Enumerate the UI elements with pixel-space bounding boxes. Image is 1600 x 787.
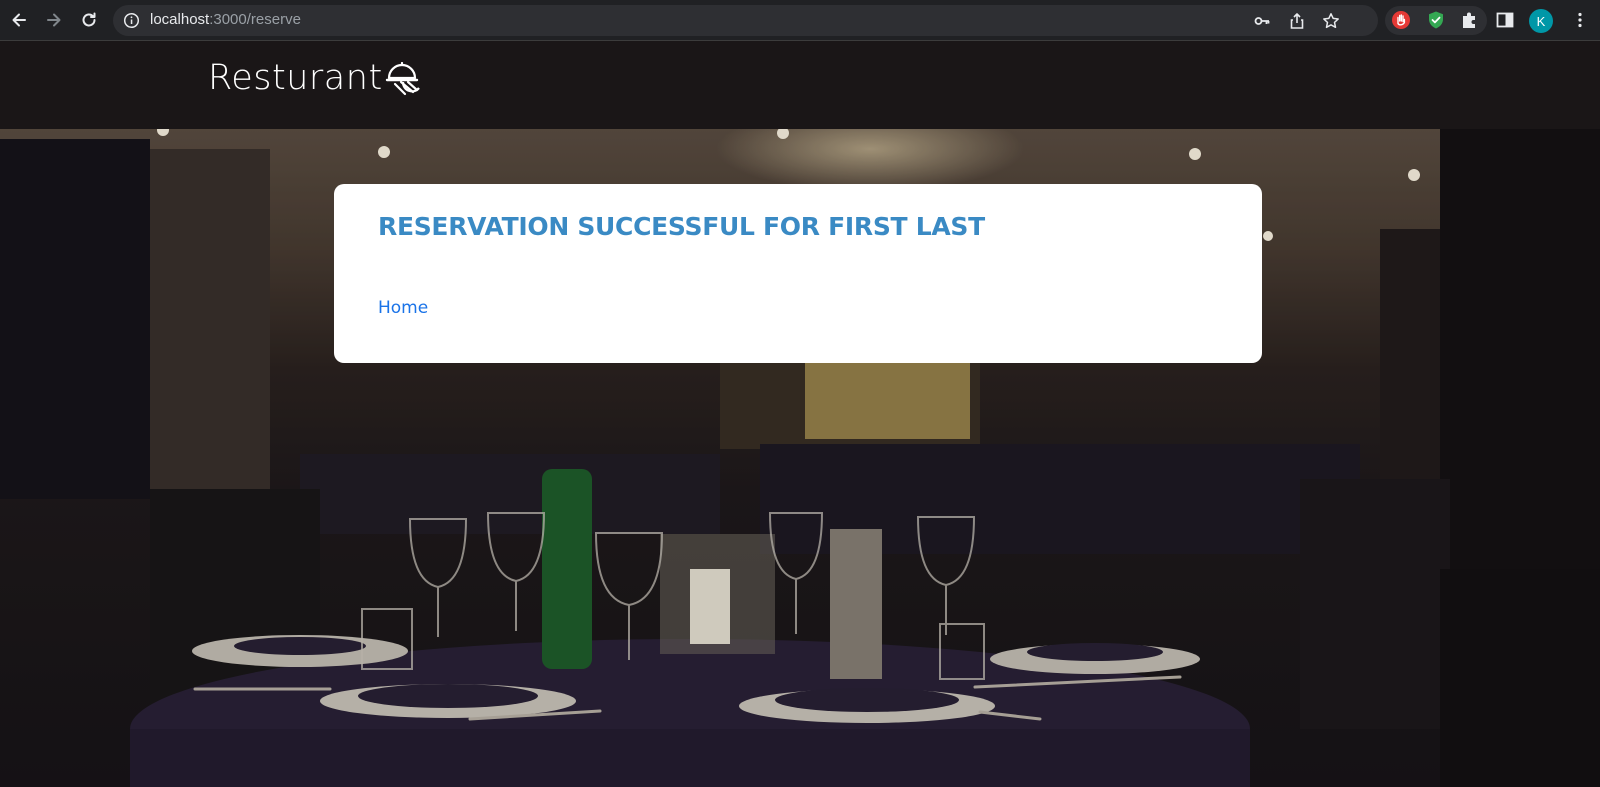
- star-icon[interactable]: [1322, 12, 1340, 30]
- profile-avatar[interactable]: K: [1529, 9, 1553, 33]
- url-path: :3000/reserve: [209, 11, 301, 28]
- address-bar[interactable]: localhost:3000/reserve: [113, 5, 1378, 36]
- reload-icon[interactable]: [77, 8, 101, 32]
- confirmation-title: RESERVATION SUCCESSFUL FOR FIRST LAST: [378, 212, 985, 241]
- site-header: Resturant: [0, 41, 1600, 129]
- food-cloche-icon: [385, 61, 421, 96]
- reservation-confirmation-card: RESERVATION SUCCESSFUL FOR FIRST LAST Ho…: [334, 184, 1262, 363]
- home-link[interactable]: Home: [378, 298, 428, 318]
- key-icon[interactable]: [1253, 12, 1271, 30]
- site-logo[interactable]: Resturant: [208, 61, 421, 96]
- puzzle-icon[interactable]: [1460, 10, 1480, 30]
- browser-toolbar: localhost:3000/reserve K: [0, 0, 1600, 41]
- hand-stop-icon[interactable]: [1391, 10, 1411, 30]
- forward-arrow-icon[interactable]: [42, 8, 66, 32]
- kebab-menu-icon[interactable]: [1570, 10, 1590, 30]
- info-icon[interactable]: [123, 12, 140, 29]
- url-host: localhost: [150, 11, 210, 28]
- shield-check-icon[interactable]: [1426, 10, 1446, 30]
- side-panel-icon[interactable]: [1495, 10, 1515, 30]
- url-text[interactable]: localhost:3000/reserve: [150, 11, 301, 28]
- logo-text: Resturant: [208, 58, 383, 98]
- share-icon[interactable]: [1288, 12, 1306, 30]
- back-arrow-icon[interactable]: [7, 8, 31, 32]
